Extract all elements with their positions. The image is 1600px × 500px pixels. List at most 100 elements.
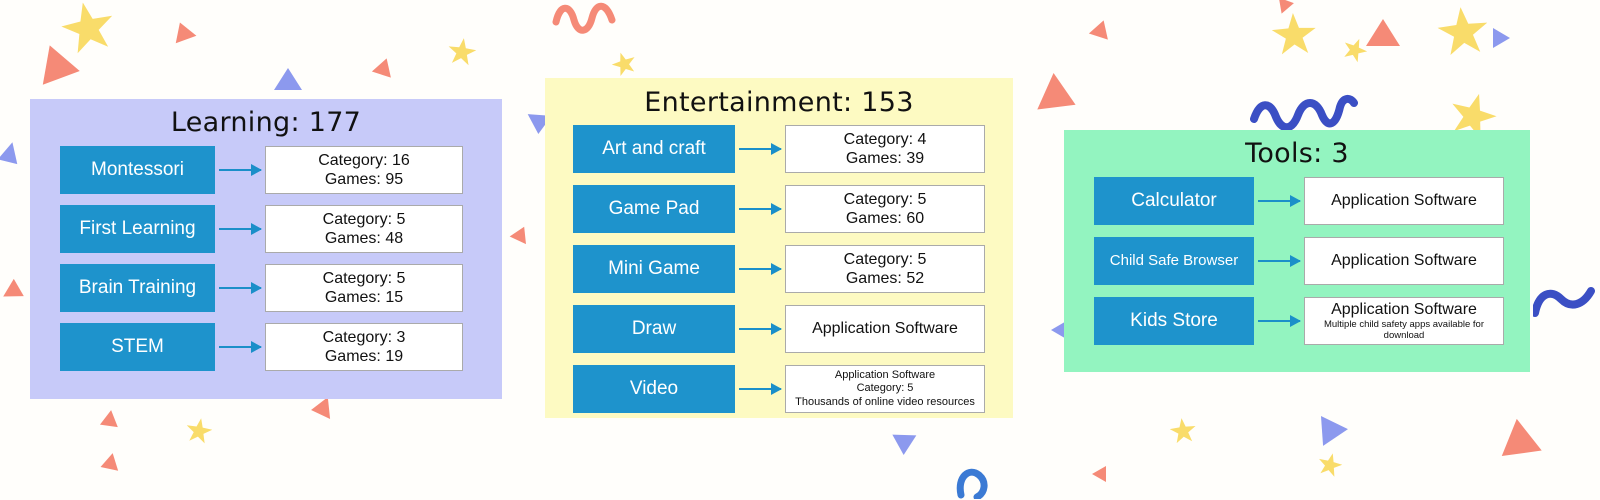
arrow-icon	[1258, 195, 1301, 207]
detail-art-and-craft: Category: 4 Games: 39	[785, 125, 985, 173]
detail-line: Application Software	[1331, 300, 1477, 318]
node-brain-training[interactable]: Brain Training	[60, 264, 215, 312]
triangle-decoration	[1092, 466, 1106, 482]
triangle-decoration	[1366, 19, 1400, 46]
detail-line: Category: 4	[843, 130, 927, 148]
row-first-learning: First Learning Category: 5 Games: 48	[60, 205, 502, 253]
triangle-decoration	[1274, 0, 1294, 17]
node-kids-store[interactable]: Kids Store	[1094, 297, 1254, 345]
node-draw[interactable]: Draw	[573, 305, 735, 353]
detail-line: Category: 3	[322, 328, 406, 346]
detail-kids-store: Application Software Multiple child safe…	[1304, 297, 1504, 345]
detail-subtext: Multiple child safety apps available for…	[1323, 319, 1484, 342]
node-stem[interactable]: STEM	[60, 323, 215, 371]
row-mini-game: Mini Game Category: 5 Games: 52	[573, 245, 1013, 293]
arrow-icon	[1258, 255, 1301, 267]
triangle-decoration	[169, 18, 197, 44]
triangle-decoration	[42, 45, 84, 91]
star-decoration	[609, 49, 639, 78]
squiggle-decoration	[955, 465, 1001, 499]
detail-line: Category: 5	[843, 250, 927, 268]
triangle-decoration	[371, 55, 397, 78]
node-game-pad[interactable]: Game Pad	[573, 185, 735, 233]
detail-line: Category: 5	[856, 382, 914, 395]
arrow-icon	[739, 263, 782, 275]
triangle-decoration	[309, 397, 331, 421]
star-decoration	[1271, 12, 1317, 56]
detail-line: Games: 15	[324, 289, 404, 306]
row-montessori: Montessori Category: 16 Games: 95	[60, 146, 502, 194]
node-first-learning[interactable]: First Learning	[60, 205, 215, 253]
detail-line: Application Software	[1331, 252, 1477, 270]
star-decoration	[184, 416, 214, 445]
arrow-icon	[1258, 315, 1301, 327]
detail-line: Games: 60	[845, 210, 925, 227]
detail-line: Application Software	[812, 320, 958, 338]
squiggle-decoration	[1533, 283, 1600, 321]
detail-stem: Category: 3 Games: 19	[265, 323, 463, 371]
detail-montessori: Category: 16 Games: 95	[265, 146, 463, 194]
row-video: Video Application Software Category: 5 T…	[573, 365, 1013, 413]
detail-brain-training: Category: 5 Games: 15	[265, 264, 463, 312]
panel-learning: Learning: 177 Montessori Category: 16 Ga…	[30, 99, 502, 399]
detail-line: Application Software	[834, 369, 936, 382]
row-draw: Draw Application Software	[573, 305, 1013, 353]
squiggle-decoration	[1250, 93, 1360, 131]
node-video[interactable]: Video	[573, 365, 735, 413]
arrow-icon	[739, 203, 782, 215]
triangle-decoration	[0, 139, 23, 165]
detail-mini-game: Category: 5 Games: 52	[785, 245, 985, 293]
detail-child-safe-browser: Application Software	[1304, 237, 1504, 285]
infographic-canvas: Learning: 177 Montessori Category: 16 Ga…	[0, 0, 1600, 500]
detail-calculator: Application Software	[1304, 177, 1504, 225]
node-art-and-craft[interactable]: Art and craft	[573, 125, 735, 173]
squiggle-decoration	[552, 0, 622, 34]
detail-line: Games: 48	[324, 230, 404, 247]
arrow-icon	[219, 164, 262, 176]
triangle-decoration	[1501, 418, 1550, 470]
detail-line: Category: 16	[318, 151, 410, 169]
detail-draw: Application Software	[785, 305, 985, 353]
triangle-decoration	[0, 278, 24, 306]
row-brain-training: Brain Training Category: 5 Games: 15	[60, 264, 502, 312]
triangle-decoration	[1088, 17, 1114, 40]
row-calculator: Calculator Application Software	[1094, 177, 1530, 225]
triangle-decoration	[1493, 28, 1510, 48]
node-montessori[interactable]: Montessori	[60, 146, 215, 194]
detail-line: Games: 19	[324, 348, 404, 365]
triangle-decoration	[891, 434, 917, 456]
row-game-pad: Game Pad Category: 5 Games: 60	[573, 185, 1013, 233]
row-art-and-craft: Art and craft Category: 4 Games: 39	[573, 125, 1013, 173]
row-child-safe-browser: Child Safe Browser Application Software	[1094, 237, 1530, 285]
arrow-icon	[739, 323, 782, 335]
triangle-decoration	[274, 68, 302, 90]
star-decoration	[1436, 5, 1491, 58]
arrow-icon	[219, 341, 262, 353]
detail-line: Category: 5	[322, 269, 406, 287]
star-decoration	[446, 36, 477, 67]
star-decoration	[1316, 450, 1345, 478]
detail-line: Games: 39	[845, 150, 925, 167]
panel-title-learning: Learning: 177	[170, 107, 362, 138]
panel-entertainment: Entertainment: 153 Art and craft Categor…	[545, 78, 1013, 418]
arrow-icon	[739, 143, 782, 155]
triangle-decoration	[509, 222, 533, 245]
detail-game-pad: Category: 5 Games: 60	[785, 185, 985, 233]
node-child-safe-browser[interactable]: Child Safe Browser	[1094, 237, 1254, 285]
triangle-decoration	[1037, 73, 1084, 123]
node-calculator[interactable]: Calculator	[1094, 177, 1254, 225]
detail-first-learning: Category: 5 Games: 48	[265, 205, 463, 253]
detail-line: Category: 5	[322, 210, 406, 228]
panel-tools: Tools: 3 Calculator Application Software…	[1064, 130, 1530, 372]
rows-tools: Calculator Application Software Child Sa…	[1064, 177, 1530, 345]
triangle-decoration	[100, 451, 122, 471]
arrow-icon	[739, 383, 782, 395]
arrow-icon	[219, 223, 262, 235]
row-stem: STEM Category: 3 Games: 19	[60, 323, 502, 371]
detail-line: Thousands of online video resources	[795, 395, 975, 408]
row-kids-store: Kids Store Application Software Multiple…	[1094, 297, 1530, 345]
node-mini-game[interactable]: Mini Game	[573, 245, 735, 293]
arrow-icon	[219, 282, 262, 294]
detail-line: Games: 52	[845, 270, 925, 287]
panel-title-tools: Tools: 3	[1245, 138, 1349, 169]
